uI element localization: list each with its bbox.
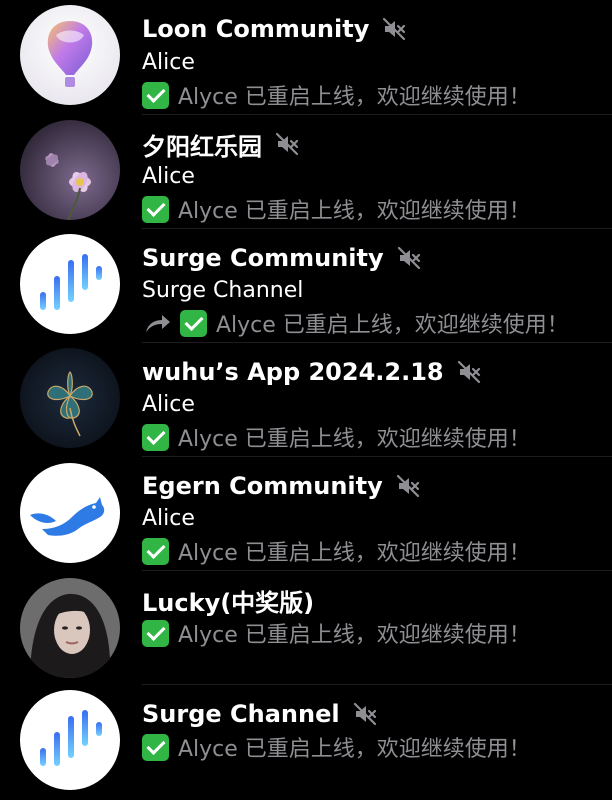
forward-arrow-icon: [142, 310, 172, 336]
chat-last-message: Alyce 已重启上线，欢迎继续使用！: [178, 541, 531, 566]
chat-title: Surge Community: [142, 244, 384, 272]
chat-title: Egern Community: [142, 472, 383, 500]
egern-squirrel-icon: [20, 463, 120, 563]
chat-last-message: Alyce 已重启上线，欢迎继续使用！: [216, 313, 569, 338]
chat-title: Surge Channel: [142, 700, 340, 728]
muted-speaker-icon: [456, 359, 482, 385]
chat-sender: Alice: [142, 50, 195, 75]
chat-row-egern-community[interactable]: Egern Community Alice Alyce 已重启上线，欢迎继续使用…: [0, 456, 612, 570]
chat-title: wuhu’s App 2024.2.18: [142, 358, 444, 386]
check-mark-icon: [142, 81, 169, 109]
chat-title: 夕阳红乐园: [142, 132, 262, 161]
surge-bars-icon: [20, 234, 120, 334]
muted-speaker-icon: [352, 701, 378, 727]
check-mark-icon: [142, 195, 169, 223]
chat-row-surge-channel[interactable]: Surge Channel Alyce 已重启上线，欢迎继续使用！: [0, 684, 612, 800]
muted-speaker-icon: [274, 131, 300, 157]
check-mark-icon: [142, 733, 169, 761]
chat-title: Loon Community: [142, 15, 370, 43]
chat-title: Lucky(中奖版): [142, 588, 315, 617]
portrait-photo-avatar: [20, 578, 120, 678]
hot-air-balloon-icon: [20, 5, 120, 105]
chat-row-xiyanghong-leyuan[interactable]: 夕阳红乐园 Alice Alyce 已重启上线，欢迎继续使用！: [0, 114, 612, 228]
chat-sender: Alice: [142, 506, 195, 531]
muted-speaker-icon: [395, 473, 421, 499]
chat-last-message: Alyce 已重启上线，欢迎继续使用！: [178, 199, 531, 224]
check-mark-icon: [142, 537, 169, 565]
check-mark-icon: [142, 423, 169, 451]
check-mark-icon: [142, 619, 169, 647]
muted-speaker-icon: [381, 16, 407, 42]
clover-leaf-icon: [20, 348, 120, 448]
chat-last-message: Alyce 已重启上线，欢迎继续使用！: [178, 623, 531, 648]
check-mark-icon: [180, 309, 207, 337]
chat-list: Loon Community Alice Alyce 已重启上线，欢迎继续使用！: [0, 0, 612, 800]
chat-row-wuhu-app[interactable]: wuhu’s App 2024.2.18 Alice Alyce 已重启上线，欢…: [0, 342, 612, 456]
flower-photo-avatar: [20, 120, 120, 220]
chat-row-loon-community[interactable]: Loon Community Alice Alyce 已重启上线，欢迎继续使用！: [0, 0, 612, 114]
chat-last-message: Alyce 已重启上线，欢迎继续使用！: [178, 85, 531, 110]
chat-last-message: Alyce 已重启上线，欢迎继续使用！: [178, 737, 531, 762]
muted-speaker-icon: [396, 245, 422, 271]
chat-row-surge-community[interactable]: Surge Community Surge Channel Alyce 已重启上…: [0, 228, 612, 342]
chat-last-message: Alyce 已重启上线，欢迎继续使用！: [178, 427, 531, 452]
chat-row-lucky[interactable]: Lucky(中奖版) Alyce 已重启上线，欢迎继续使用！: [0, 570, 612, 684]
chat-sender: Surge Channel: [142, 278, 304, 303]
chat-sender: Alice: [142, 164, 195, 189]
surge-bars-icon: [20, 690, 120, 790]
chat-sender: Alice: [142, 392, 195, 417]
